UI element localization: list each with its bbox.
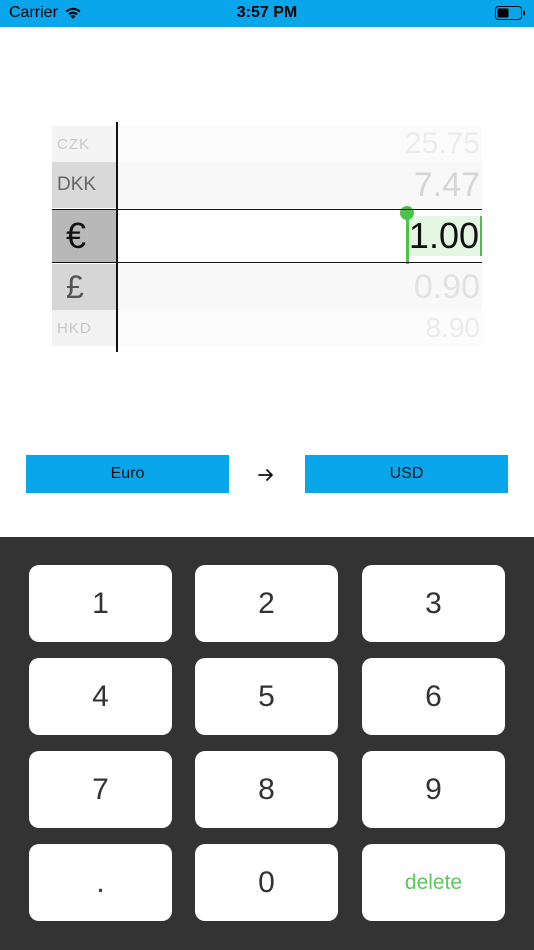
keypad: 1 2 3 4 5 6 7 8 9 . 0 delete — [0, 537, 534, 950]
key-3[interactable]: 3 — [362, 565, 505, 642]
currency-code: HKD — [52, 310, 116, 346]
clock: 3:57 PM — [236, 4, 298, 21]
selection-end-handle[interactable] — [480, 216, 482, 256]
column-divider — [116, 122, 118, 352]
battery-icon — [495, 6, 525, 20]
from-currency-button[interactable]: Euro — [26, 455, 229, 493]
currency-picker[interactable]: CZK 25.75 DKK 7.47 € 1.00 £ 0.90 HKD 8.9… — [52, 122, 482, 352]
status-bar: Carrier 3:57 PM — [0, 0, 534, 27]
to-currency-button[interactable]: USD — [305, 455, 508, 493]
delete-button[interactable]: delete — [362, 844, 505, 921]
arrow-right-icon — [258, 469, 273, 481]
currency-code: DKK — [52, 162, 116, 208]
key-7[interactable]: 7 — [29, 751, 172, 828]
key-2[interactable]: 2 — [195, 565, 338, 642]
currency-code: £ — [52, 264, 116, 310]
currency-rate: 0.90 — [116, 264, 482, 310]
amount-value: 1.00 — [408, 215, 479, 256]
selection-start-handle[interactable] — [405, 216, 409, 264]
key-1[interactable]: 1 — [29, 565, 172, 642]
amount-cell[interactable]: 1.00 — [116, 206, 482, 264]
selected-currency-symbol: € — [52, 210, 116, 262]
currency-rate: 8.90 — [116, 310, 482, 346]
key-4[interactable]: 4 — [29, 658, 172, 735]
currency-code: CZK — [52, 126, 116, 162]
key-6[interactable]: 6 — [362, 658, 505, 735]
currency-rate: 7.47 — [116, 162, 482, 208]
currency-rate: 25.75 — [116, 126, 482, 162]
key-0[interactable]: 0 — [195, 844, 338, 921]
key-5[interactable]: 5 — [195, 658, 338, 735]
key-decimal[interactable]: . — [29, 844, 172, 921]
key-8[interactable]: 8 — [195, 751, 338, 828]
key-9[interactable]: 9 — [362, 751, 505, 828]
amount-input[interactable]: 1.00 — [399, 206, 482, 264]
